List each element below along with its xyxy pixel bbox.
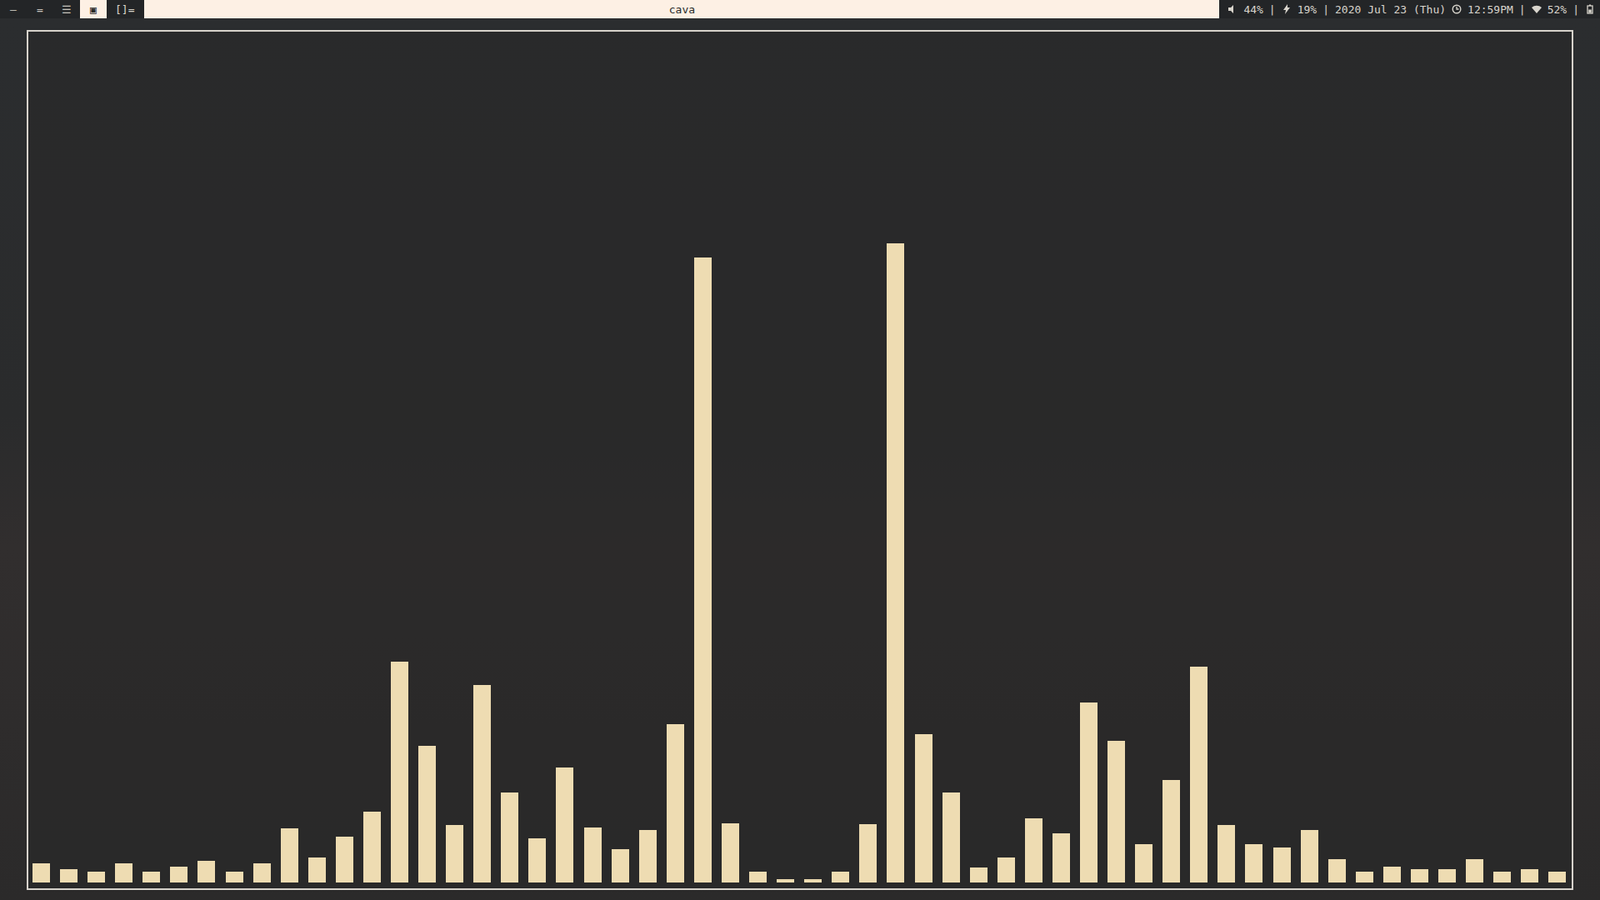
visualizer xyxy=(28,31,1572,889)
workspace-tag[interactable]: ☰ xyxy=(53,0,80,19)
separator: | xyxy=(1269,3,1276,16)
volume-reading: 44% xyxy=(1243,3,1263,16)
battery-icon xyxy=(1585,4,1595,15)
spectrum-bar xyxy=(1135,844,1153,883)
spectrum-bar xyxy=(1493,871,1511,883)
spectrum-bar xyxy=(1383,866,1401,883)
brightness-icon xyxy=(1281,4,1292,15)
separator: | xyxy=(1322,3,1330,16)
spectrum-bar xyxy=(197,860,215,883)
date: 2020 Jul 23 (Thu) xyxy=(1335,3,1446,16)
spectrum-bar xyxy=(1052,833,1070,883)
spectrum-bar xyxy=(473,685,491,883)
spectrum-bar xyxy=(584,827,602,883)
tag-label: — xyxy=(10,3,17,16)
spectrum-bar xyxy=(445,825,464,883)
spectrum-bar xyxy=(776,879,795,883)
time: 12:59PM xyxy=(1467,3,1514,16)
spectrum-bar xyxy=(115,863,133,883)
spectrum-bar xyxy=(1438,869,1456,883)
separator: | xyxy=(1572,3,1580,16)
spectrum-bar xyxy=(1465,859,1484,883)
spectrum-bar xyxy=(555,767,574,883)
spectrum-bar xyxy=(280,828,299,883)
spectrum-bar xyxy=(997,857,1015,883)
spectrum-bar xyxy=(721,823,740,883)
spectrum-bar xyxy=(1410,869,1429,883)
spectrum-bar xyxy=(639,830,657,883)
spectrum-bar xyxy=(1162,780,1180,883)
spectrum-bar xyxy=(611,849,630,883)
spectrum-bar xyxy=(253,863,271,883)
spectrum-bar xyxy=(390,661,409,883)
workspace-tag[interactable]: ▣ xyxy=(80,0,107,19)
spectrum-bar xyxy=(1080,702,1098,883)
spectrum-bar xyxy=(970,867,988,883)
spectrum-bar xyxy=(32,863,50,883)
window-title: cava xyxy=(144,0,1220,19)
spectrum-bar xyxy=(225,871,244,883)
tag-label: = xyxy=(36,3,44,16)
spectrum-bar xyxy=(1217,825,1235,883)
spectrum-bar xyxy=(1245,844,1263,883)
spectrum-bar xyxy=(1300,830,1319,883)
spectrum-bar xyxy=(87,871,105,883)
spectrum-bar xyxy=(804,879,822,883)
spectrum-bar xyxy=(335,836,354,883)
spectrum-bar xyxy=(1520,869,1539,883)
spectrum-bar xyxy=(308,857,326,883)
tag-label: ☰ xyxy=(61,3,72,16)
separator: | xyxy=(1519,3,1526,16)
wifi-icon xyxy=(1531,4,1542,15)
spectrum-bar xyxy=(1328,859,1346,883)
brightness-reading: 19% xyxy=(1297,3,1317,16)
wifi-reading: 52% xyxy=(1547,3,1567,16)
spectrum-bar xyxy=(749,871,767,883)
spectrum-bar xyxy=(859,824,877,883)
workspace-tag[interactable]: — xyxy=(0,0,27,19)
spectrum-bar xyxy=(1355,871,1374,883)
spectrum-bar xyxy=(666,724,685,883)
spectrum-bar xyxy=(915,734,933,883)
spectrum-bar xyxy=(500,792,519,883)
spectrum-bar xyxy=(694,257,712,883)
spectrum-bar xyxy=(1273,847,1291,883)
spectrum-bar xyxy=(363,811,381,883)
cava-window[interactable] xyxy=(26,30,1574,890)
spectrum-bar xyxy=(1190,666,1208,883)
spectrum-bar xyxy=(1548,871,1566,883)
desktop xyxy=(0,18,1600,900)
spectrum-bar xyxy=(170,866,188,883)
spectrum-bar xyxy=(528,838,546,883)
spectrum-bar xyxy=(942,792,960,883)
speaker-icon xyxy=(1227,4,1238,15)
status-bar: — = ☰ ▣ []=cava 44% | 19% | 2020 Jul 23 (Thu) 12:5… xyxy=(0,0,1600,19)
spectrum-bar xyxy=(142,871,160,883)
spectrum-bar xyxy=(1107,740,1125,884)
clock-icon xyxy=(1451,4,1462,15)
spectrum-bar xyxy=(1025,818,1043,883)
system-status: 44% | 19% | 2020 Jul 23 (Thu) 12:59PM | 52% | xyxy=(1219,0,1600,19)
spectrum-bar xyxy=(886,243,905,883)
spectrum-bar xyxy=(418,745,436,883)
layout-symbol: []= xyxy=(106,0,145,19)
spectrum-bar xyxy=(831,871,850,883)
workspace-tag[interactable]: = xyxy=(26,0,54,19)
spectrum-bar xyxy=(60,869,78,883)
tag-label: ▣ xyxy=(90,3,97,16)
